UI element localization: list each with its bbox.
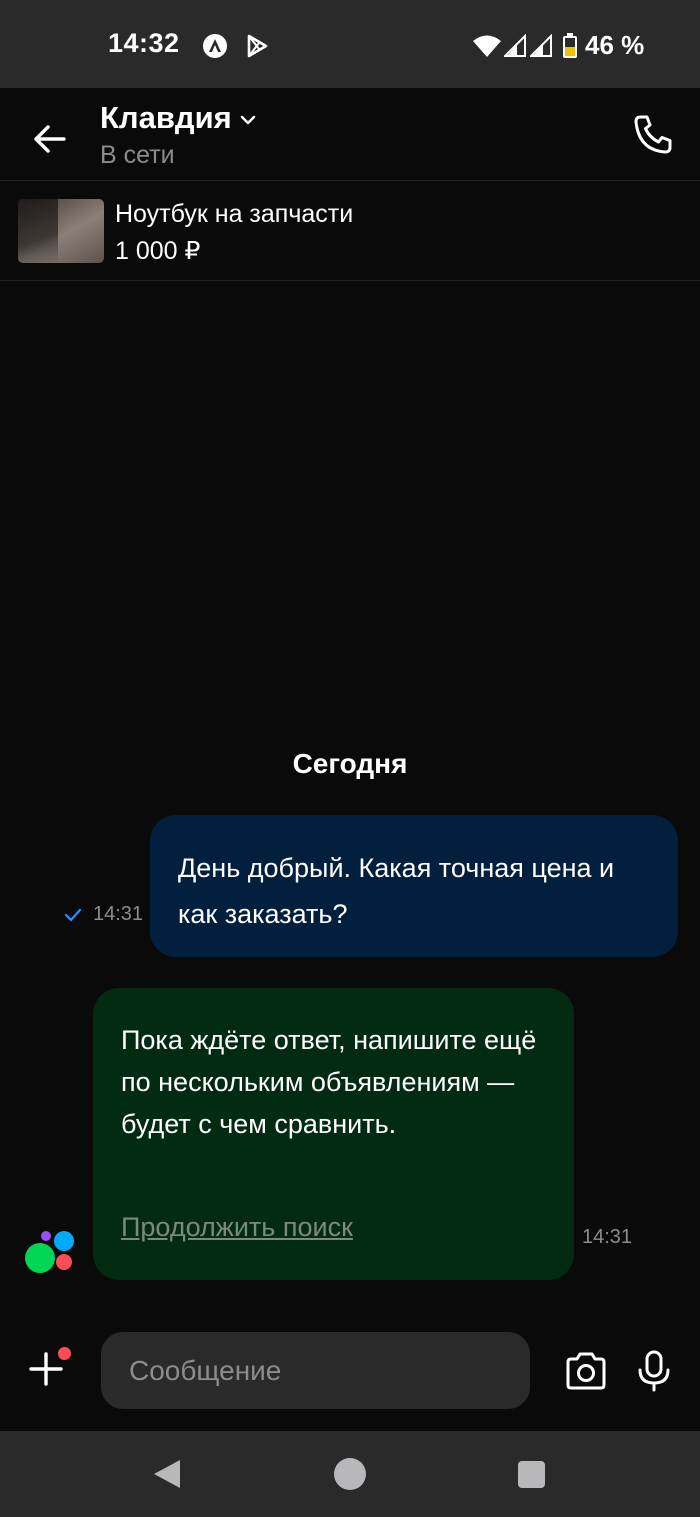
play-store-icon bbox=[247, 34, 268, 58]
microphone-icon[interactable] bbox=[636, 1350, 672, 1392]
nav-back-icon[interactable] bbox=[152, 1458, 182, 1490]
contact-status: В сети bbox=[100, 141, 175, 169]
wifi-icon bbox=[473, 35, 501, 57]
nav-home-icon[interactable] bbox=[334, 1458, 366, 1490]
message-time: 14:31 bbox=[582, 1226, 633, 1248]
notification-dot bbox=[58, 1347, 71, 1360]
chevron-down-icon[interactable] bbox=[238, 111, 258, 129]
back-button[interactable] bbox=[26, 119, 74, 159]
listing-thumbnail[interactable] bbox=[18, 199, 104, 263]
battery-icon bbox=[563, 33, 577, 58]
continue-search-link[interactable]: Продолжить поиск bbox=[121, 1212, 353, 1243]
nav-recents-icon[interactable] bbox=[518, 1461, 545, 1488]
phone-icon[interactable] bbox=[630, 112, 676, 158]
message-input[interactable] bbox=[101, 1332, 530, 1409]
signal-icon bbox=[530, 34, 552, 57]
listing-title[interactable]: Ноутбук на запчасти bbox=[115, 200, 353, 229]
date-separator: Сегодня bbox=[292, 748, 408, 779]
avito-avatar-icon bbox=[25, 1231, 74, 1273]
app-a-icon bbox=[203, 34, 227, 58]
signal-icon bbox=[504, 34, 526, 57]
contact-name[interactable]: Клавдия bbox=[100, 100, 232, 136]
listing-price: 1 000 ₽ bbox=[115, 237, 201, 265]
battery-percent: 46 % bbox=[585, 30, 645, 60]
incoming-message-text: Пока ждёте ответ, напишите ещё по нескол… bbox=[121, 1025, 537, 1139]
message-time: 14:31 bbox=[93, 903, 144, 925]
sent-check-icon bbox=[64, 908, 82, 922]
back-arrow-icon bbox=[34, 125, 66, 153]
camera-icon[interactable] bbox=[564, 1352, 608, 1390]
listing-card[interactable] bbox=[0, 181, 700, 281]
status-time: 14:32 bbox=[108, 28, 180, 58]
outgoing-message-text: День добрый. Какая точная цена и как зак… bbox=[178, 853, 615, 929]
